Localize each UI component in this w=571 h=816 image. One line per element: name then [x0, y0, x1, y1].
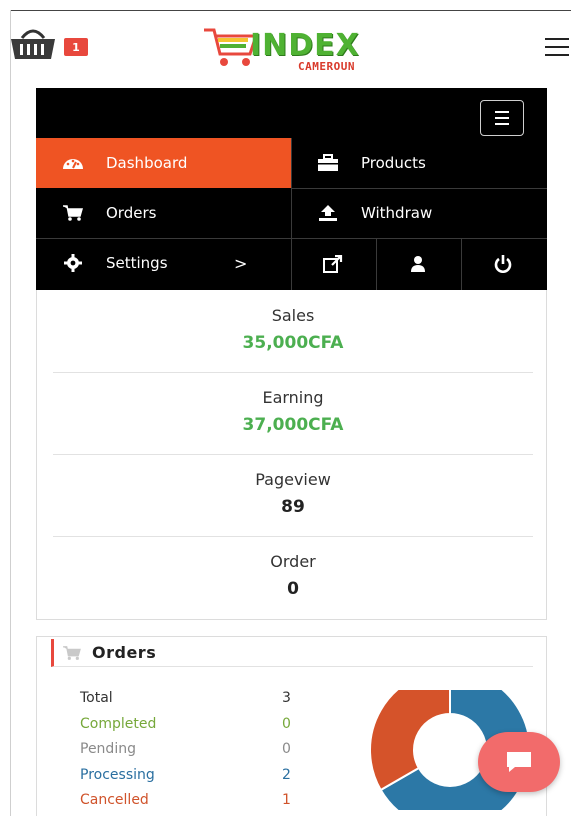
order-status-label: Completed: [80, 715, 157, 732]
menu-divider: [291, 138, 292, 290]
logo-subtext: CAMEROUN: [298, 60, 355, 73]
stat-divider: [53, 372, 533, 373]
order-status-count: 1: [282, 792, 291, 808]
menu-divider: [36, 238, 547, 239]
main-menu-hamburger-icon[interactable]: [545, 38, 571, 58]
menu-item-products[interactable]: Products: [291, 138, 547, 188]
stat-divider: [53, 536, 533, 537]
order-status-count: 2: [282, 766, 291, 783]
order-status-count: 3: [282, 690, 291, 706]
gear-icon: [62, 254, 84, 272]
cart-count-badge: 1: [64, 38, 88, 56]
top-border: [10, 10, 571, 11]
stat-label: Earning: [262, 388, 324, 407]
stat-label: Sales: [271, 306, 315, 325]
order-status-row: Cancelled 1: [80, 792, 300, 816]
stat-order: Order 0: [53, 552, 533, 599]
briefcase-icon: [317, 154, 339, 172]
menu-divider: [461, 238, 462, 290]
site-header: 1 INDEX CAMEROUN: [0, 12, 571, 84]
menu-item-label: Settings: [106, 254, 168, 272]
dashboard-icon: [62, 154, 84, 172]
menu-item-label: Dashboard: [106, 154, 188, 172]
stat-value: 89: [281, 497, 305, 517]
cart-icon: [62, 204, 84, 222]
order-status-row: Completed 0: [80, 716, 300, 740]
profile-button[interactable]: [376, 238, 460, 290]
order-status-label: Total: [80, 690, 113, 706]
power-icon: [494, 255, 512, 273]
order-status-row: Pending 0: [80, 741, 300, 765]
cart-icon: [63, 645, 81, 660]
stat-label: Order: [270, 552, 316, 571]
order-status-count: 0: [282, 715, 291, 732]
chat-bubble-icon: [507, 752, 531, 772]
upload-icon: [317, 204, 339, 222]
menu-item-dashboard[interactable]: Dashboard: [36, 138, 291, 188]
menu-divider: [291, 188, 547, 189]
stats-card: Sales 35,000CFA Earning 37,000CFA Pagevi…: [36, 290, 547, 620]
order-status-label: Pending: [80, 741, 136, 757]
left-border: [10, 10, 11, 816]
page: 1 INDEX CAMEROUN Dashboard Products Orde…: [0, 0, 571, 816]
stat-label: Pageview: [255, 470, 331, 489]
stat-value: 35,000CFA: [242, 333, 344, 353]
logo-text: INDEX: [250, 28, 360, 63]
menu-divider: [376, 238, 377, 290]
menu-item-label: Orders: [106, 204, 157, 222]
orders-card-header: Orders: [51, 639, 533, 667]
stat-sales: Sales 35,000CFA: [53, 306, 533, 353]
stat-pageview: Pageview 89: [53, 470, 533, 517]
stat-value: 0: [287, 579, 299, 599]
chat-button[interactable]: [478, 732, 560, 792]
menu-item-settings[interactable]: Settings >: [36, 238, 291, 288]
menu-item-withdraw[interactable]: Withdraw: [291, 188, 547, 238]
stat-divider: [53, 454, 533, 455]
order-status-row: Total 3: [80, 690, 300, 714]
menu-toggle-button[interactable]: [480, 100, 524, 136]
external-link-button[interactable]: [291, 238, 375, 290]
dashboard-menu: Dashboard Products Orders Withdraw Setti: [36, 88, 547, 290]
chevron-right-icon: >: [234, 254, 248, 273]
site-logo[interactable]: INDEX CAMEROUN: [202, 22, 382, 78]
stat-value: 37,000CFA: [242, 415, 344, 435]
menu-item-orders[interactable]: Orders: [36, 188, 291, 238]
logout-button[interactable]: [461, 238, 545, 290]
order-status-row: Processing 2: [80, 767, 300, 791]
orders-title: Orders: [92, 643, 157, 662]
stat-earning: Earning 37,000CFA: [53, 388, 533, 435]
external-link-icon: [323, 255, 343, 273]
menu-item-label: Withdraw: [361, 204, 433, 222]
menu-item-label: Products: [361, 154, 426, 172]
order-status-count: 0: [282, 741, 291, 757]
order-status-label: Cancelled: [80, 792, 149, 808]
order-status-label: Processing: [80, 766, 155, 783]
cart-icon[interactable]: [8, 26, 58, 64]
user-icon: [411, 256, 425, 272]
